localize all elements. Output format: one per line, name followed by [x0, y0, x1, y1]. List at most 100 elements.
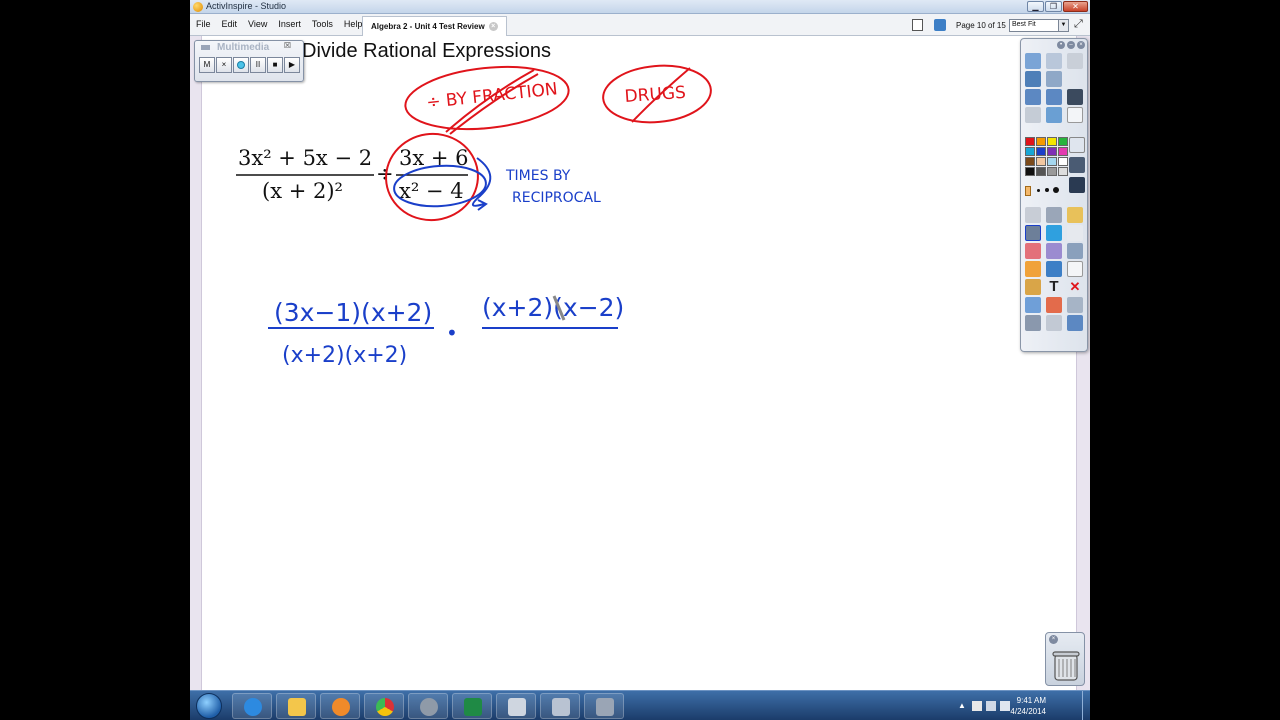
color-gray[interactable] [1047, 167, 1057, 176]
color-light-blue[interactable] [1047, 157, 1057, 166]
taskbar-excel[interactable] [452, 693, 492, 719]
desktop-tools-icon[interactable] [1046, 71, 1062, 87]
color-peach[interactable] [1036, 157, 1046, 166]
recorder-cancel-button[interactable]: × [216, 57, 232, 73]
action-center-icon[interactable] [972, 701, 982, 711]
taskbar-activinspire[interactable] [408, 693, 448, 719]
reset-icon[interactable] [1069, 157, 1085, 173]
camera-icon[interactable] [1067, 243, 1083, 259]
recorder-record-button[interactable] [233, 57, 249, 73]
page-browser-icon[interactable] [934, 19, 946, 31]
color-yellow[interactable] [1047, 137, 1057, 146]
color-light-gray[interactable] [1058, 167, 1068, 176]
clear-icon[interactable] [1069, 137, 1085, 153]
page-view-icon[interactable] [912, 19, 923, 31]
gear-icon[interactable]: • [1057, 41, 1065, 49]
menu-help[interactable]: Help [344, 19, 363, 29]
delete-icon[interactable]: ✕ [1067, 279, 1083, 295]
recorder-play-button[interactable]: ▶ [284, 57, 300, 73]
zoom-page-icon[interactable] [1067, 315, 1083, 331]
minimize-icon[interactable]: ‒ [1067, 41, 1075, 49]
show-hidden-icon[interactable]: ▲ [958, 701, 968, 711]
undo-icon[interactable] [1025, 315, 1041, 331]
color-red[interactable] [1025, 137, 1035, 146]
maximize-button[interactable]: ❐ [1045, 1, 1062, 12]
previous-page-icon[interactable] [1025, 89, 1041, 105]
menu-insert[interactable]: Insert [278, 19, 301, 29]
recorder-close-icon[interactable]: ☒ [284, 41, 291, 50]
main-toolbox[interactable]: • ‒ × T ✕ [1020, 38, 1088, 352]
clock-date[interactable]: 4/24/2014 [996, 707, 1046, 716]
recorder-drag-handle[interactable] [201, 45, 210, 50]
color-green[interactable] [1058, 137, 1068, 146]
color-brown[interactable] [1025, 157, 1035, 166]
magic-ink-icon[interactable] [1046, 107, 1062, 123]
fill-icon[interactable] [1046, 243, 1062, 259]
taskbar-notepad[interactable] [496, 693, 536, 719]
highlighter-icon[interactable] [1046, 225, 1062, 241]
taskbar-calculator[interactable] [540, 693, 580, 719]
color-purple[interactable] [1047, 147, 1057, 156]
clipboard-icon[interactable] [1067, 297, 1083, 313]
save-icon[interactable] [1067, 89, 1083, 105]
shape-icon[interactable] [1025, 261, 1041, 277]
color-dark-gray[interactable] [1036, 167, 1046, 176]
start-button[interactable] [196, 693, 222, 719]
connector-icon[interactable] [1046, 261, 1062, 277]
tab-close-icon[interactable]: × [488, 22, 498, 31]
close-icon[interactable]: × [1077, 41, 1085, 49]
minimize-button[interactable]: ▁ [1027, 1, 1044, 12]
select-icon[interactable] [1025, 207, 1041, 223]
main-menu-icon[interactable] [1025, 53, 1041, 69]
menu-edit[interactable]: Edit [222, 19, 238, 29]
document-tab[interactable]: Algebra 2 - Unit 4 Test Review × [362, 16, 507, 36]
slider-handle[interactable] [1025, 186, 1031, 196]
chevron-down-icon[interactable]: ▼ [1058, 20, 1068, 31]
desktop-annotate-icon[interactable] [1025, 71, 1041, 87]
tools-icon[interactable] [1046, 207, 1062, 223]
marker-icon[interactable] [1067, 207, 1083, 223]
color-black[interactable] [1025, 167, 1035, 176]
menu-tools[interactable]: Tools [312, 19, 333, 29]
color-orange[interactable] [1036, 137, 1046, 146]
zoom-select[interactable]: Best Fit ▼ [1009, 19, 1069, 32]
color-pink[interactable] [1058, 147, 1068, 156]
text-tool-icon[interactable]: T [1046, 279, 1062, 295]
screen-recorder-widget[interactable]: Multimedia ☒ M × II ■ ▶ [194, 40, 304, 82]
recorder-menu-button[interactable]: M [199, 57, 215, 73]
zoom-icon[interactable] [1069, 177, 1085, 193]
taskbar-fax-printer[interactable] [584, 693, 624, 719]
network-icon[interactable] [986, 701, 996, 711]
new-page-icon[interactable] [1067, 107, 1083, 123]
spotlight-icon[interactable] [1025, 297, 1041, 313]
recorder-pause-button[interactable]: II [250, 57, 266, 73]
toolbox-header[interactable]: • ‒ × [1021, 39, 1087, 51]
color-blue[interactable] [1036, 147, 1046, 156]
play-icon[interactable] [1025, 107, 1041, 123]
pen-icon[interactable] [1025, 225, 1041, 241]
pin-icon[interactable] [1067, 53, 1083, 69]
flipchart-canvas[interactable]: Divide Rational Expressions 3x² + 5x − 2… [202, 36, 1076, 690]
show-desktop-button[interactable] [1082, 691, 1090, 720]
insert-media-icon[interactable] [1025, 279, 1041, 295]
browsers-icon[interactable] [1046, 53, 1062, 69]
close-button[interactable]: ✕ [1063, 1, 1088, 12]
color-cyan[interactable] [1025, 147, 1035, 156]
trash-can-icon[interactable] [1052, 649, 1080, 681]
fullscreen-icon[interactable]: ⤢ [1074, 19, 1083, 30]
eraser-icon[interactable] [1025, 243, 1041, 259]
menu-view[interactable]: View [248, 19, 267, 29]
pen-width-slider[interactable] [1025, 183, 1067, 197]
taskbar-media-player[interactable] [320, 693, 360, 719]
color-white[interactable] [1058, 157, 1068, 166]
clock-time[interactable]: 9:41 AM [996, 696, 1046, 705]
taskbar-internet-explorer[interactable] [232, 693, 272, 719]
redo-icon[interactable] [1046, 315, 1062, 331]
refresh-icon[interactable] [1046, 297, 1062, 313]
recorder-stop-button[interactable]: ■ [267, 57, 283, 73]
trash-widget[interactable]: × [1045, 632, 1085, 686]
page-icon[interactable] [1067, 261, 1083, 277]
trash-close-icon[interactable]: × [1049, 635, 1058, 644]
menu-file[interactable]: File [196, 19, 211, 29]
taskbar-file-explorer[interactable] [276, 693, 316, 719]
